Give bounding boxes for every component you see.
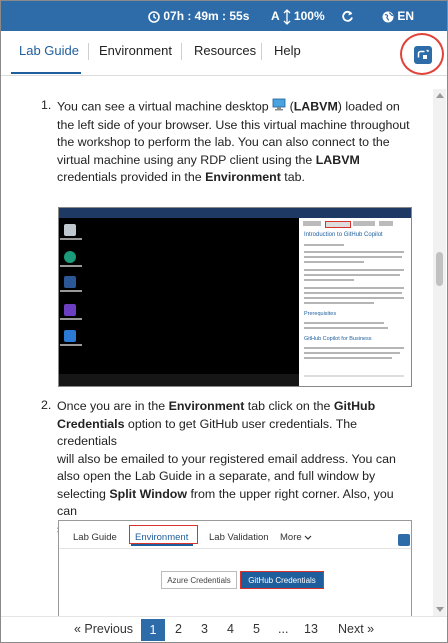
previous-page-link[interactable]: « Previous [74, 622, 133, 636]
preview-tab-lab-guide: Lab Guide [73, 532, 117, 543]
clock-icon [148, 11, 160, 23]
step-line: selecting Split Window from the upper ri… [57, 486, 394, 519]
language-value: EN [397, 9, 415, 23]
refresh-icon [342, 11, 353, 23]
step-line: will also be emailed to your registered … [57, 451, 396, 466]
split-window-icon [398, 534, 410, 546]
azure-credentials-button: Azure Credentials [161, 571, 237, 589]
chevron-down-icon [304, 535, 312, 540]
highlight-circle [400, 33, 444, 75]
preview-title: Introduction to GitHub Copilot [304, 232, 383, 238]
vm-desktop-screenshot: Introduction to GitHub Copilot Prerequis… [58, 207, 412, 387]
bold-term: Environment [205, 170, 281, 184]
preview-tab-lab-validation: Lab Validation [209, 532, 269, 543]
vm-taskbar [59, 374, 299, 386]
step-line: virtual machine using any RDP client usi… [57, 152, 360, 167]
main-tabs: Lab Guide Environment Resources Help [1, 31, 447, 76]
bold-term: Credentials [57, 416, 125, 431]
timer: 07h : 49m : 55s [148, 1, 249, 31]
tab-divider [261, 43, 262, 60]
app-icon [64, 276, 76, 288]
zoom-control[interactable]: A 100% [271, 1, 325, 31]
step-number: 1. [41, 98, 52, 112]
page-13-link[interactable]: 13 [304, 622, 318, 636]
monitor-icon [272, 98, 286, 117]
browser-tab-bar [59, 208, 411, 218]
tab-divider [88, 43, 89, 60]
pagination: « Previous 1 2 3 4 5 ... 13 Next » [1, 616, 447, 642]
tab-resources[interactable]: Resources [194, 43, 256, 58]
bold-term: GitHub [333, 399, 376, 413]
zoom-value: 100% [293, 9, 325, 23]
language-selector[interactable]: EN [382, 1, 414, 31]
edge-icon [64, 251, 76, 263]
environment-tab-screenshot: Lab Guide Environment Lab Validation Mor… [58, 520, 412, 616]
next-page-link[interactable]: Next » [338, 622, 374, 636]
tab-environment[interactable]: Environment [99, 43, 172, 58]
globe-icon [382, 11, 394, 23]
page-ellipsis: ... [278, 622, 289, 636]
bold-term: LABVM [315, 152, 360, 167]
bold-term: Environment [168, 399, 245, 413]
step-line: the workshop to perform the lab. You can… [57, 135, 390, 149]
step-2-text: Once you are in the Environment tab clic… [57, 398, 411, 538]
page-4-link[interactable]: 4 [227, 622, 234, 636]
bold-term: Split Window [109, 486, 188, 501]
active-tab-indicator [131, 544, 193, 546]
step-number: 2. [41, 398, 52, 412]
preview-heading: Prerequisites [304, 311, 337, 317]
vscode-icon [64, 330, 76, 342]
status-bar: 07h : 49m : 55s A 100% EN [1, 1, 447, 31]
timer-text: 07h : 49m : 55s [163, 9, 250, 23]
preview-tab-more: More [280, 532, 302, 543]
scrollbar-thumb[interactable] [436, 252, 443, 286]
preview-heading: GitHub Copilot for Business [304, 336, 372, 342]
ide-icon [64, 304, 76, 316]
lab-guide-panel-preview: Introduction to GitHub Copilot Prerequis… [299, 218, 411, 386]
step-line: Credentials option to get GitHub user cr… [57, 416, 358, 449]
resize-vertical-icon [283, 8, 291, 25]
step-line: You can see a virtual machine desktop (L… [57, 98, 411, 117]
refresh-button[interactable] [341, 1, 354, 31]
bold-term: LABVM [293, 99, 338, 114]
recycle-bin-icon [64, 224, 76, 236]
scrollbar[interactable] [433, 89, 446, 616]
step-1-text: You can see a virtual machine desktop (L… [57, 98, 411, 187]
step-line: the left side of your browser. Use this … [57, 117, 410, 132]
step-line: credentials provided in the Environment … [57, 170, 305, 184]
vm-desktop [59, 218, 299, 374]
scroll-up-arrow-icon[interactable] [436, 93, 444, 98]
tab-lab-guide[interactable]: Lab Guide [19, 43, 79, 58]
lab-guide-content: 1. You can see a virtual machine desktop… [1, 76, 433, 616]
lab-guide-window: 07h : 49m : 55s A 100% EN Lab Guide Envi… [0, 0, 448, 643]
page-1-current[interactable]: 1 [141, 619, 165, 641]
page-3-link[interactable]: 3 [201, 622, 208, 636]
active-tab-indicator [11, 72, 81, 74]
tab-help[interactable]: Help [274, 43, 301, 58]
scroll-down-arrow-icon[interactable] [436, 607, 444, 612]
tab-divider-line [59, 548, 411, 549]
page-2-link[interactable]: 2 [175, 622, 182, 636]
tab-divider [181, 43, 182, 60]
step-line: also open the Lab Guide in a separate, a… [57, 469, 376, 483]
page-5-link[interactable]: 5 [253, 622, 260, 636]
github-credentials-button: GitHub Credentials [240, 571, 324, 589]
step-line: Once you are in the Environment tab clic… [57, 399, 376, 413]
font-size-icon: A [271, 9, 280, 23]
highlight-box [129, 525, 198, 544]
